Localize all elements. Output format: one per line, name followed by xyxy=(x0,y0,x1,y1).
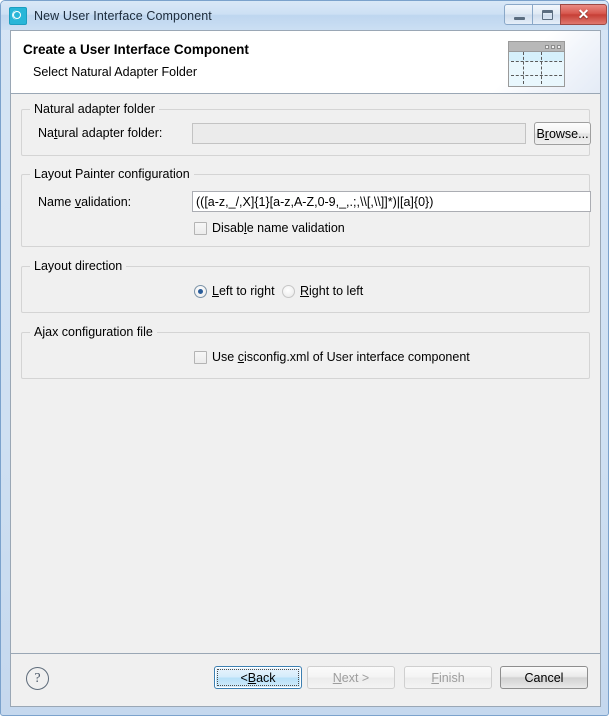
name-validation-input[interactable] xyxy=(192,191,591,212)
radio-right-to-left-label: Right to left xyxy=(300,284,364,298)
finish-button[interactable]: Finish xyxy=(404,666,492,689)
close-icon: ✕ xyxy=(577,5,590,22)
radio-left-to-right-label: Left to right xyxy=(212,284,275,298)
disable-name-validation-label: Disable name validation xyxy=(212,221,345,235)
help-icon[interactable]: ? xyxy=(26,667,49,690)
radio-left-to-right[interactable]: Left to right xyxy=(194,284,275,298)
button-bar: ? < Back Next > Finish Cancel xyxy=(11,653,600,706)
group-ajax-configuration-file: Ajax configuration file Use cisconfig.xm… xyxy=(21,325,590,379)
maximize-button[interactable] xyxy=(532,3,561,25)
group-layout-direction: Layout direction Left to right Right to … xyxy=(21,259,590,313)
cancel-button[interactable]: Cancel xyxy=(500,666,588,689)
close-button[interactable]: ✕ xyxy=(560,3,607,25)
content-area: Natural adapter folder Natural adapter f… xyxy=(11,94,600,654)
dialog-window: New User Interface Component ✕ Create a … xyxy=(0,0,609,716)
natural-adapter-folder-input[interactable] xyxy=(192,123,526,144)
title-bar: New User Interface Component ✕ xyxy=(1,1,608,30)
group-legend-natural-adapter-folder: Natural adapter folder xyxy=(30,102,159,116)
disable-name-validation-checkbox[interactable]: Disable name validation xyxy=(194,221,345,235)
page-subtitle: Select Natural Adapter Folder xyxy=(33,65,197,79)
use-cisconfig-checkbox[interactable]: Use cisconfig.xml of User interface comp… xyxy=(194,350,470,364)
wizard-header: Create a User Interface Component Select… xyxy=(11,31,600,94)
group-legend-ajax-configuration: Ajax configuration file xyxy=(30,325,157,339)
component-icon xyxy=(9,6,27,25)
use-cisconfig-label: Use cisconfig.xml of User interface comp… xyxy=(212,350,470,364)
minimize-button[interactable] xyxy=(504,3,533,25)
maximize-icon xyxy=(542,9,553,20)
checkbox-box-icon xyxy=(194,221,207,235)
group-layout-painter-configuration: Layout Painter configuration Name valida… xyxy=(21,167,591,247)
minimize-icon xyxy=(514,16,525,20)
group-natural-adapter-folder: Natural adapter folder Natural adapter f… xyxy=(21,102,591,156)
radio-unselected-icon xyxy=(282,284,295,298)
next-button[interactable]: Next > xyxy=(307,666,395,689)
checkbox-box-icon xyxy=(194,350,207,364)
natural-adapter-folder-label: Natural adapter folder: xyxy=(38,126,163,140)
dialog-panel: Create a User Interface Component Select… xyxy=(10,30,601,707)
name-validation-label: Name validation: xyxy=(38,195,132,209)
window-title: New User Interface Component xyxy=(34,8,212,23)
radio-selected-icon xyxy=(194,284,207,298)
browse-button[interactable]: Br owse... xyxy=(534,122,591,145)
page-title: Create a User Interface Component xyxy=(23,42,249,57)
window-controls: ✕ xyxy=(504,3,607,25)
group-legend-layout-painter: Layout Painter configuration xyxy=(30,167,194,181)
back-button[interactable]: < Back xyxy=(214,666,302,689)
group-legend-layout-direction: Layout direction xyxy=(30,259,127,273)
header-banner xyxy=(480,31,600,93)
layout-window-icon xyxy=(508,41,565,87)
radio-right-to-left[interactable]: Right to left xyxy=(282,284,363,298)
